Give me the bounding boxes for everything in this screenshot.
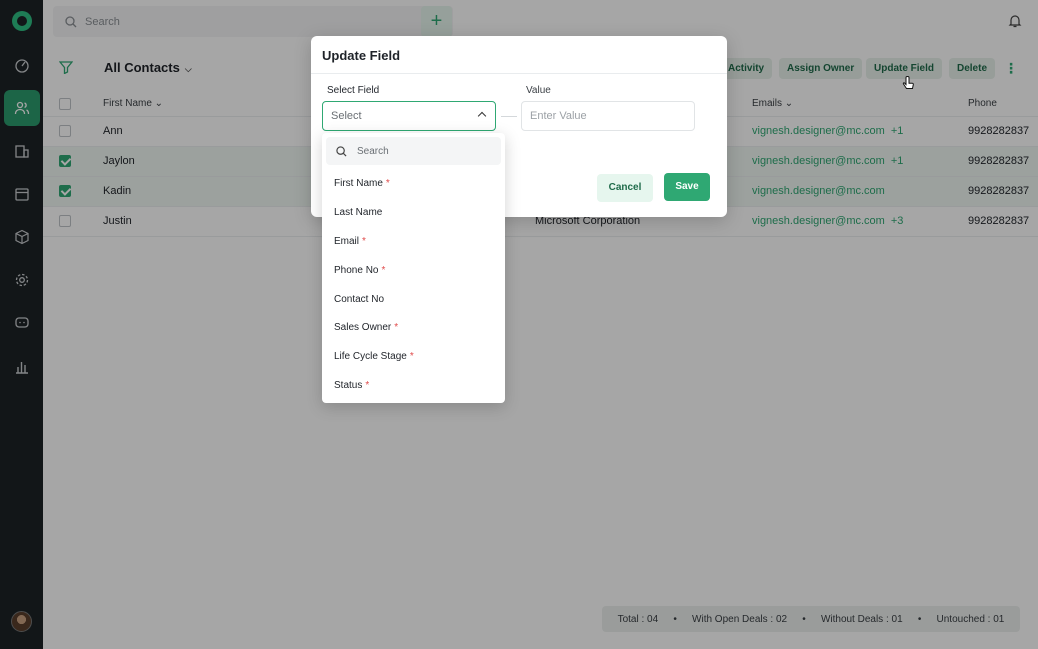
- option-phone-no[interactable]: Phone No *: [334, 265, 385, 276]
- value-input[interactable]: Enter Value: [521, 101, 695, 131]
- option-contact-no[interactable]: Contact No: [334, 294, 384, 305]
- option-email[interactable]: Email *: [334, 236, 366, 247]
- option-sales-owner[interactable]: Sales Owner *: [334, 322, 398, 333]
- select-field-dropdown[interactable]: Select: [322, 101, 496, 131]
- search-icon: [336, 145, 347, 157]
- cancel-button[interactable]: Cancel: [597, 174, 653, 202]
- value-input-placeholder: Enter Value: [530, 110, 587, 122]
- option-status[interactable]: Status *: [334, 380, 369, 391]
- required-marker: *: [381, 265, 386, 276]
- select-field-label: Select Field: [327, 85, 380, 96]
- divider: [501, 116, 517, 117]
- required-marker: *: [394, 322, 399, 333]
- save-button[interactable]: Save: [664, 173, 710, 201]
- chevron-up-icon: [477, 111, 487, 121]
- value-label: Value: [526, 85, 551, 96]
- required-marker: *: [409, 351, 414, 362]
- option-last-name[interactable]: Last Name: [334, 207, 382, 218]
- field-options-menu: Search First Name * Last Name Email * Phon…: [322, 133, 505, 403]
- select-field-value: Select: [331, 110, 362, 122]
- required-marker: *: [385, 178, 390, 189]
- field-search-placeholder: Search: [357, 145, 389, 157]
- required-marker: *: [365, 380, 370, 391]
- option-first-name[interactable]: First Name *: [334, 178, 390, 189]
- hand-cursor-icon: [902, 76, 914, 89]
- divider: [311, 73, 727, 74]
- option-life-cycle-stage[interactable]: Life Cycle Stage *: [334, 351, 414, 362]
- required-marker: *: [362, 236, 366, 247]
- field-search-input[interactable]: Search: [326, 137, 501, 165]
- dialog-title: Update Field: [322, 48, 401, 63]
